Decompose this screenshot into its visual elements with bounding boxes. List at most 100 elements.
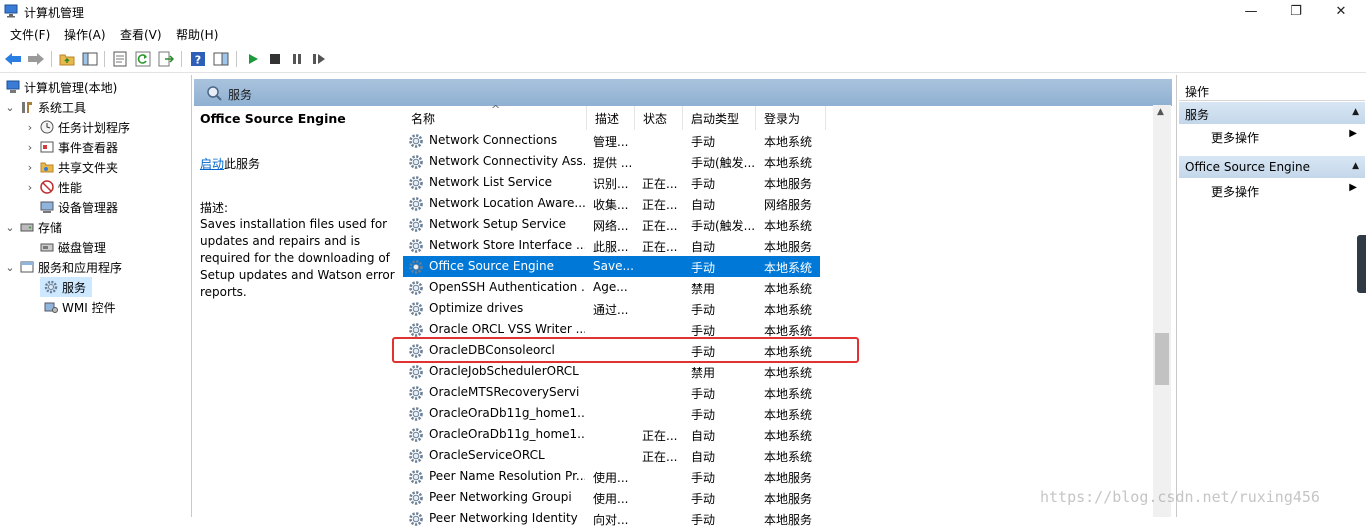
collapse-icon[interactable]: ▲ [1352, 107, 1359, 117]
tree-event-viewer[interactable]: › 事件查看器 [24, 137, 118, 157]
minimize-button[interactable]: — [1228, 0, 1274, 23]
event-viewer-icon [39, 139, 55, 155]
restore-button[interactable]: ❐ [1273, 0, 1319, 23]
menu-file[interactable]: 文件(F) [10, 26, 50, 43]
service-startup-type: 禁用 [691, 366, 716, 380]
tree-storage[interactable]: ⌄ 存储 [4, 217, 62, 237]
service-logon-as: 本地系统 [764, 387, 813, 401]
start-service-line: 启动此服务 [200, 155, 260, 172]
pause-service-icon[interactable] [287, 49, 307, 69]
description-text: Saves installation files used for update… [200, 217, 395, 299]
console-pane-icon[interactable] [211, 49, 231, 69]
stop-service-icon[interactable] [265, 49, 285, 69]
tree-wmi[interactable]: WMI 控件 [40, 297, 116, 317]
column-status[interactable]: 状态 [635, 106, 683, 130]
service-row[interactable]: Peer Name Resolution Pr... 使用... 手动 本地服务 [403, 466, 820, 487]
service-name: Network Location Aware... [429, 196, 585, 210]
storage-icon [19, 219, 35, 235]
service-row[interactable]: Network Location Aware... 收集... 正在... 自动 网络服… [403, 193, 820, 214]
service-logon-as: 网络服务 [764, 198, 813, 212]
service-status: 正在... [642, 429, 678, 443]
service-row[interactable]: Network List Service 识别... 正在... 手动 本地服务 [403, 172, 820, 193]
service-name: Network Setup Service [429, 217, 567, 231]
tree-disk-management[interactable]: 磁盘管理 [36, 237, 106, 257]
service-startup-type: 手动(触发... [691, 219, 756, 233]
service-startup-type: 手动 [691, 303, 716, 317]
service-name: Oracle ORCL VSS Writer ... [429, 322, 585, 336]
service-row[interactable]: OracleJobSchedulerORCL 禁用 本地系统 [403, 361, 820, 382]
refresh-icon[interactable] [133, 49, 153, 69]
chevron-right-icon[interactable]: › [24, 141, 36, 154]
more-actions-selected[interactable]: 更多操作 ▶ [1179, 179, 1365, 201]
column-startup-type[interactable]: 启动类型 [683, 106, 756, 130]
scroll-thumb[interactable] [1155, 333, 1169, 385]
service-row[interactable]: Network Connections 管理... 手动 本地系统 [403, 130, 820, 151]
column-logon-as[interactable]: 登录为 [756, 106, 826, 130]
tree-performance[interactable]: › 性能 [24, 177, 82, 197]
actions-pane: 操作 服务 ▲ 更多操作 ▶ Office Source Engine ▲ 更多… [1176, 75, 1366, 517]
actions-section-selected[interactable]: Office Source Engine ▲ [1179, 156, 1365, 178]
start-service-link[interactable]: 启动 [200, 157, 224, 171]
tools-icon [19, 99, 35, 115]
service-gear-icon [408, 133, 424, 149]
edge-widget[interactable] [1357, 235, 1366, 293]
vertical-scrollbar[interactable]: ▲ [1153, 105, 1171, 517]
menu-view[interactable]: 查看(V) [120, 26, 162, 43]
tree-shared-folders[interactable]: › 共享文件夹 [24, 157, 118, 177]
menu-action[interactable]: 操作(A) [64, 26, 106, 43]
tree-label: 任务计划程序 [58, 120, 131, 135]
up-folder-icon[interactable] [57, 49, 77, 69]
column-description[interactable]: 描述 [587, 106, 635, 130]
tree-device-manager[interactable]: 设备管理器 [36, 197, 118, 217]
back-icon[interactable] [3, 49, 23, 69]
menu-help[interactable]: 帮助(H) [176, 26, 218, 43]
service-row[interactable]: OpenSSH Authentication ... Age... 禁用 本地系统 [403, 277, 820, 298]
tree-services[interactable]: 服务 [40, 277, 92, 297]
chevron-down-icon[interactable]: ⌄ [4, 101, 16, 114]
more-actions-services[interactable]: 更多操作 ▶ [1179, 125, 1365, 147]
tree-task-scheduler[interactable]: › 任务计划程序 [24, 117, 130, 137]
service-row[interactable]: OracleMTSRecoveryServi 手动 本地系统 [403, 382, 820, 403]
export-list-icon[interactable] [156, 49, 176, 69]
show-hide-tree-icon[interactable] [80, 49, 100, 69]
tree-services-apps[interactable]: ⌄ 服务和应用程序 [4, 257, 122, 277]
service-row[interactable]: OracleOraDb11g_home1... 手动 本地系统 [403, 403, 820, 424]
close-button[interactable]: ✕ [1318, 0, 1364, 23]
tree-label: 服务和应用程序 [38, 260, 123, 275]
tree-root[interactable]: 计算机管理(本地) [2, 77, 117, 97]
service-row[interactable]: OracleOraDb11g_home1... 正在... 自动 本地系统 [403, 424, 820, 445]
service-gear-icon [408, 175, 424, 191]
chevron-right-icon[interactable]: › [24, 181, 36, 194]
scroll-up-icon[interactable]: ▲ [1157, 107, 1164, 117]
actions-section-services[interactable]: 服务 ▲ [1179, 102, 1365, 124]
service-startup-type: 手动 [691, 387, 716, 401]
collapse-icon[interactable]: ▲ [1352, 161, 1359, 171]
restart-service-icon[interactable] [309, 49, 329, 69]
service-row[interactable]: Network Setup Service 网络... 正在... 手动(触发... 本… [403, 214, 820, 235]
chevron-down-icon[interactable]: ⌄ [4, 261, 16, 274]
more-actions-label: 更多操作 [1211, 131, 1260, 145]
chevron-right-icon[interactable]: › [24, 161, 36, 174]
start-service-icon[interactable] [243, 49, 263, 69]
service-startup-type: 手动 [691, 513, 716, 527]
toolbar-separator [181, 51, 182, 67]
service-row[interactable]: Optimize drives 通过... 手动 本地系统 [403, 298, 820, 319]
chevron-down-icon[interactable]: ⌄ [4, 221, 16, 234]
help-icon[interactable]: ? [188, 49, 208, 69]
service-row[interactable]: Network Store Interface ... 此服... 正在... 自动 本… [403, 235, 820, 256]
service-row[interactable]: Network Connectivity Ass... 提供 ... 手动(触发..… [403, 151, 820, 172]
service-description: 网络... [593, 219, 629, 233]
service-row[interactable]: Peer Networking Identity 向对... 手动 本地服务 [403, 508, 820, 529]
tree-label: 事件查看器 [58, 140, 119, 155]
forward-icon[interactable] [26, 49, 46, 69]
tree-label: 磁盘管理 [58, 240, 107, 255]
tree-system-tools[interactable]: ⌄ 系统工具 [4, 97, 86, 117]
service-startup-type: 自动 [691, 240, 716, 254]
service-row[interactable]: Peer Networking Groupi 使用... 手动 本地服务 [403, 487, 820, 508]
service-row[interactable]: OracleServiceORCL 正在... 自动 本地系统 [403, 445, 820, 466]
service-logon-as: 本地服务 [764, 492, 813, 506]
service-row[interactable]: Office Source Engine Save... 手动 本地系统 [403, 256, 820, 277]
service-name: Network Connectivity Ass... [429, 154, 585, 168]
chevron-right-icon[interactable]: › [24, 121, 36, 134]
properties-icon[interactable] [110, 49, 130, 69]
